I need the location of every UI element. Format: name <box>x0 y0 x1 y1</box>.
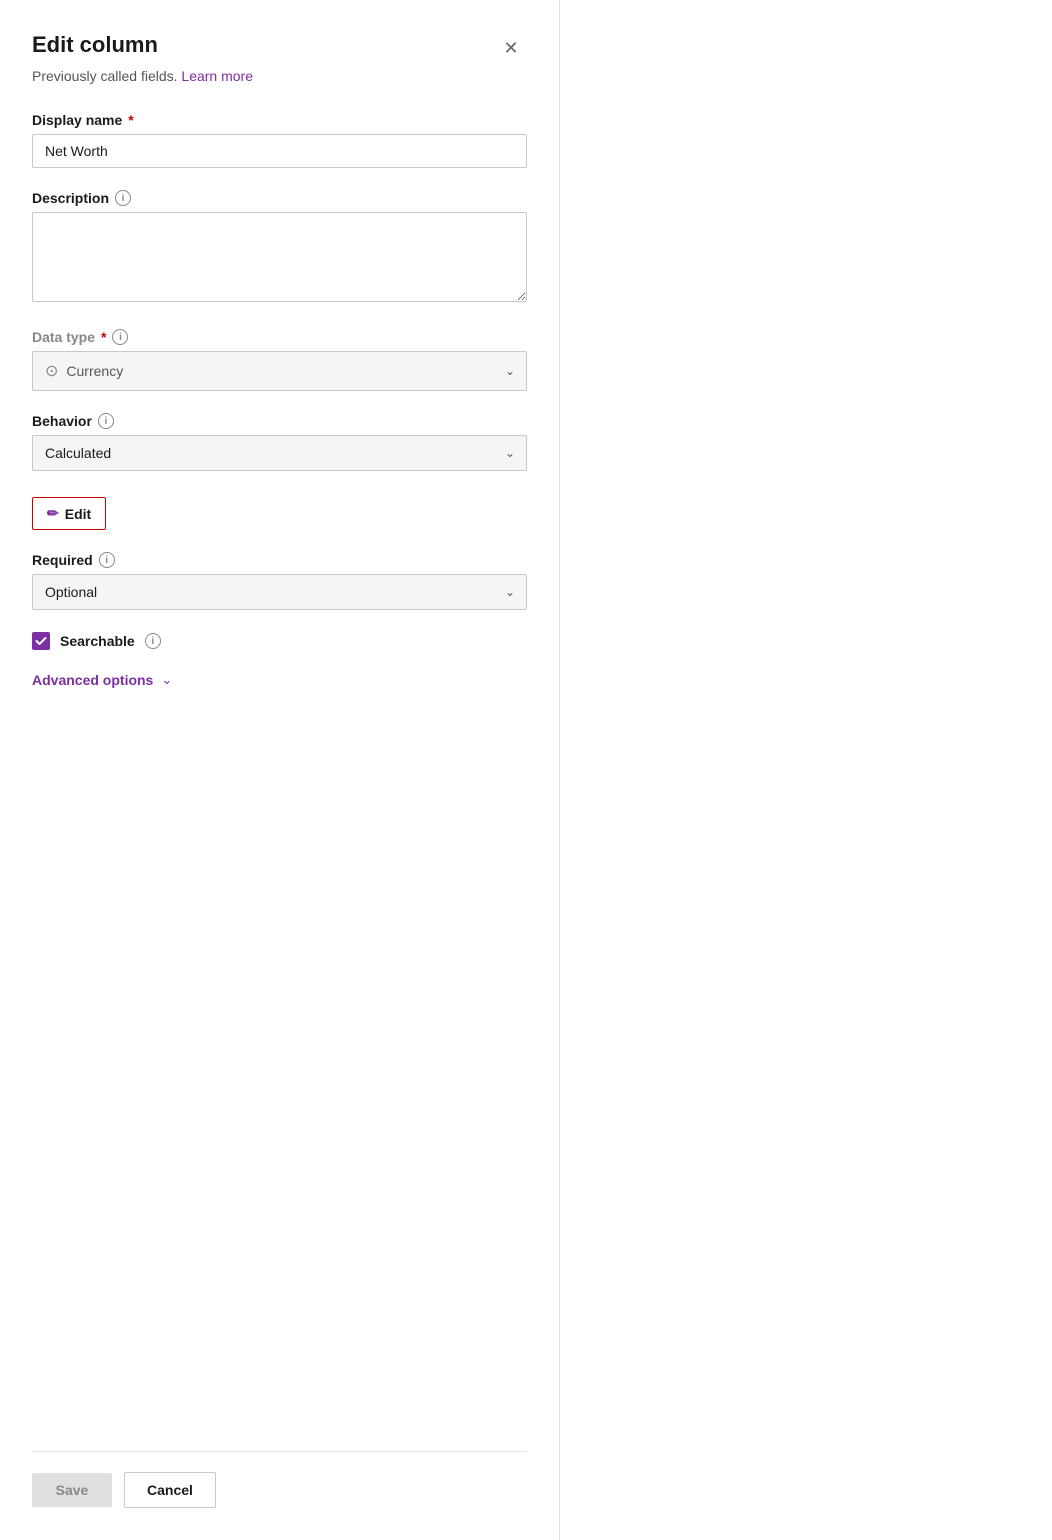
searchable-label: Searchable <box>60 633 135 649</box>
edit-button[interactable]: ✏ Edit <box>32 497 106 530</box>
behavior-chevron-icon: ⌄ <box>505 446 515 460</box>
required-star: * <box>128 112 133 128</box>
data-type-select-wrapper: ⊙ Currency ⌄ <box>32 351 527 391</box>
save-button[interactable]: Save <box>32 1473 112 1507</box>
advanced-options-chevron-icon: ⌄ <box>161 672 172 688</box>
data-type-chevron-icon: ⌄ <box>505 364 515 378</box>
learn-more-link[interactable]: Learn more <box>181 68 253 84</box>
currency-type-icon: ⊙ <box>45 361 58 381</box>
advanced-options-label: Advanced options <box>32 672 153 688</box>
description-info-icon[interactable]: i <box>115 190 131 206</box>
required-label: Required i <box>32 552 527 568</box>
edit-column-panel: Edit column ✕ Previously called fields. … <box>0 0 560 1540</box>
display-name-input[interactable] <box>32 134 527 168</box>
display-name-group: Display name * <box>32 112 527 168</box>
close-icon: ✕ <box>503 38 518 59</box>
searchable-checkbox[interactable] <box>32 632 50 650</box>
description-label: Description i <box>32 190 527 206</box>
required-info-icon[interactable]: i <box>99 552 115 568</box>
searchable-row: Searchable i <box>32 632 527 650</box>
advanced-options-row[interactable]: Advanced options ⌄ <box>32 672 527 688</box>
required-chevron-icon: ⌄ <box>505 585 515 599</box>
close-button[interactable]: ✕ <box>495 32 527 64</box>
required-select[interactable]: Optional <box>32 574 527 610</box>
data-type-required-star: * <box>101 329 106 345</box>
panel-header: Edit column ✕ <box>32 32 527 64</box>
footer-buttons: Save Cancel <box>32 1451 527 1508</box>
description-textarea[interactable] <box>32 212 527 302</box>
behavior-label: Behavior i <box>32 413 527 429</box>
required-select-wrapper: Optional ⌄ <box>32 574 527 610</box>
behavior-info-icon[interactable]: i <box>98 413 114 429</box>
cancel-button[interactable]: Cancel <box>124 1472 216 1508</box>
data-type-select[interactable]: ⊙ Currency <box>32 351 527 391</box>
required-group: Required i Optional ⌄ <box>32 552 527 610</box>
panel-title: Edit column <box>32 32 158 58</box>
behavior-select[interactable]: Calculated <box>32 435 527 471</box>
data-type-group: Data type * i ⊙ Currency ⌄ <box>32 329 527 391</box>
display-name-label: Display name * <box>32 112 527 128</box>
pencil-icon: ✏ <box>47 505 59 522</box>
data-type-info-icon[interactable]: i <box>112 329 128 345</box>
behavior-group: Behavior i Calculated ⌄ <box>32 413 527 471</box>
subtitle: Previously called fields. Learn more <box>32 68 527 84</box>
footer-spacer <box>32 716 527 1508</box>
searchable-info-icon[interactable]: i <box>145 633 161 649</box>
behavior-select-wrapper: Calculated ⌄ <box>32 435 527 471</box>
description-group: Description i <box>32 190 527 307</box>
edit-button-group: ✏ Edit <box>32 493 527 530</box>
checkmark-icon <box>35 635 47 647</box>
data-type-label: Data type * i <box>32 329 527 345</box>
